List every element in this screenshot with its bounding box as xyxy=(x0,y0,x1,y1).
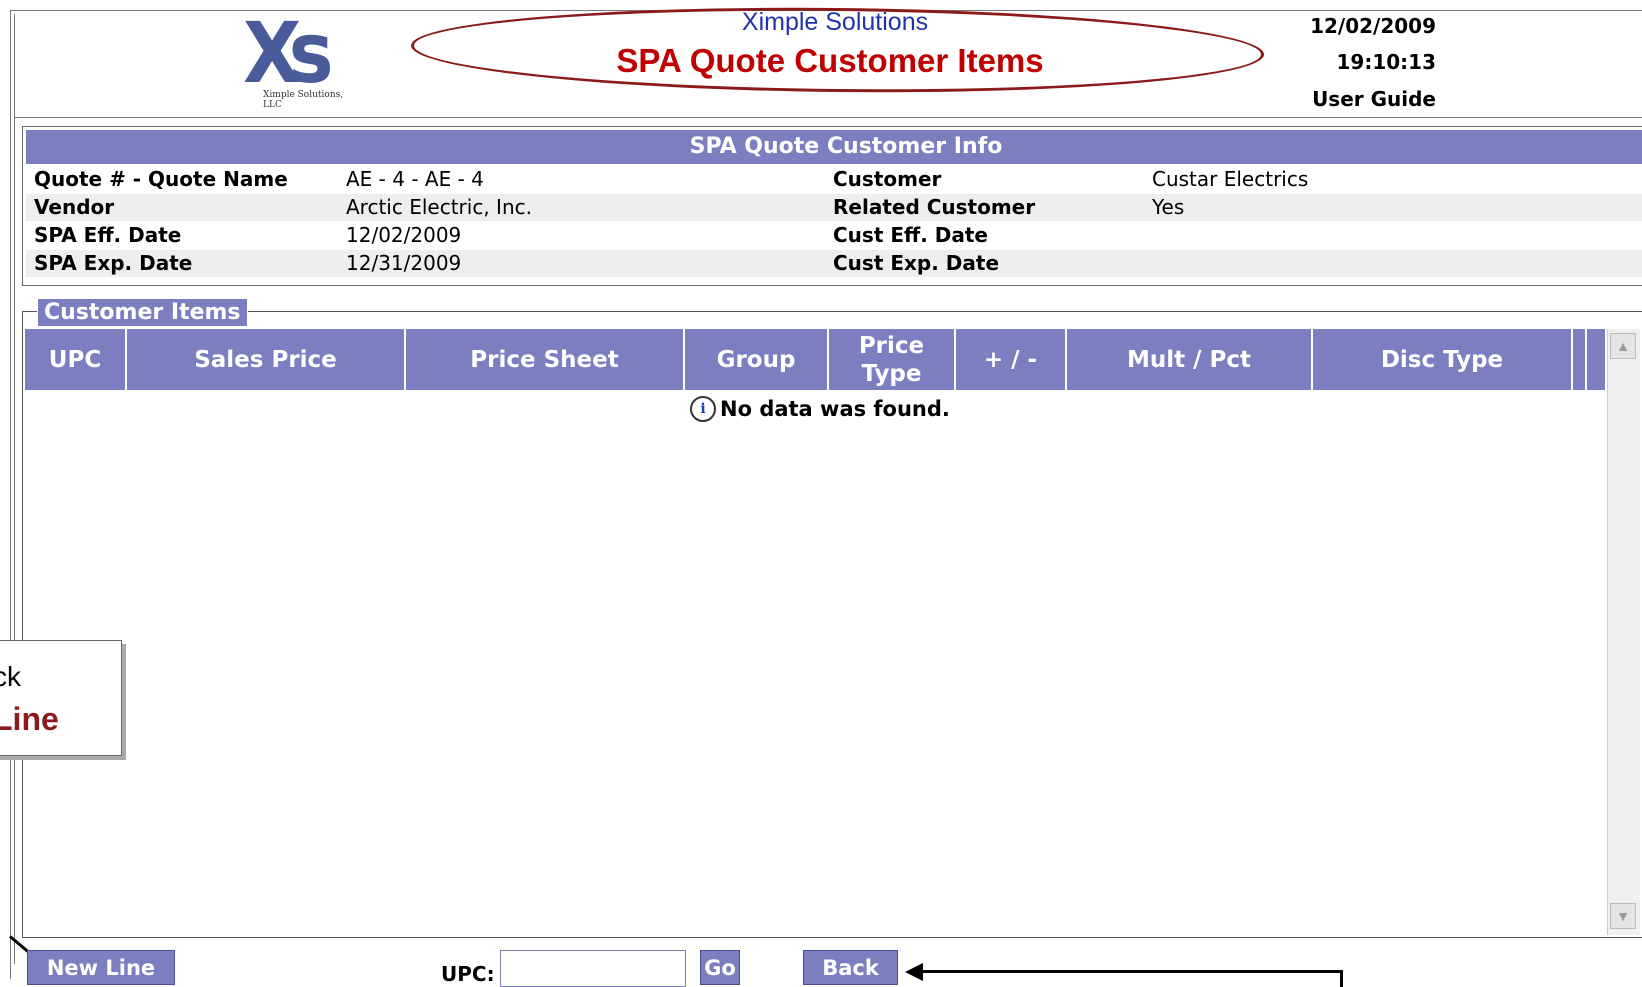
header-date: 12/02/2009 xyxy=(1310,14,1436,38)
header-time: 19:10:13 xyxy=(1336,50,1437,74)
back-button[interactable]: Back xyxy=(803,950,898,985)
related-customer-value: Yes xyxy=(1152,195,1185,219)
left-border xyxy=(14,14,15,964)
customer-info-heading: SPA Quote Customer Info xyxy=(26,130,1642,164)
go-button[interactable]: Go xyxy=(700,950,740,985)
column-header-disc-type[interactable]: Disc Type xyxy=(1313,329,1573,390)
cust-exp-date-label: Cust Exp. Date xyxy=(833,251,1000,275)
user-guide-link[interactable]: User Guide xyxy=(1312,87,1436,111)
new-line-button[interactable]: New Line xyxy=(27,950,175,985)
instruction-callout: ck Line xyxy=(0,640,122,756)
column-header-price-sheet[interactable]: Price Sheet xyxy=(406,329,685,390)
back-arrow-line xyxy=(1340,970,1343,987)
info-row: Vendor Arctic Electric, Inc. Related Cus… xyxy=(26,194,1642,221)
vendor-label: Vendor xyxy=(34,195,115,219)
company-logo: Xs Ximple Solutions, LLC xyxy=(243,4,363,110)
column-header-price-type[interactable]: Price Type xyxy=(829,329,956,390)
info-icon: i xyxy=(690,396,716,422)
spa-exp-date-label: SPA Exp. Date xyxy=(34,251,193,275)
quote-value: AE - 4 - AE - 4 xyxy=(346,167,484,191)
callout-text-line2: Line xyxy=(0,701,59,737)
items-scrollbar[interactable]: ▲ ▼ xyxy=(1607,329,1640,935)
spa-eff-date-value: 12/02/2009 xyxy=(346,223,462,247)
items-fieldset-border xyxy=(22,937,1642,938)
customer-label: Customer xyxy=(833,167,942,191)
quote-label: Quote # - Quote Name xyxy=(34,167,288,191)
cust-eff-date-label: Cust Eff. Date xyxy=(833,223,988,247)
items-fieldset-border xyxy=(22,311,1642,312)
column-header-group[interactable]: Group xyxy=(685,329,829,390)
info-row: SPA Eff. Date 12/02/2009 Cust Eff. Date xyxy=(26,222,1642,249)
empty-message: No data was found. xyxy=(720,397,950,421)
logo-mark: Xs xyxy=(243,4,334,102)
column-header-spacer xyxy=(1573,329,1587,390)
vendor-value: Arctic Electric, Inc. xyxy=(346,195,532,219)
spa-eff-date-label: SPA Eff. Date xyxy=(34,223,182,247)
company-name: Ximple Solutions xyxy=(741,8,929,36)
header-divider xyxy=(14,117,1642,118)
customer-value: Custar Electrics xyxy=(1152,167,1309,191)
customer-items-legend: Customer Items xyxy=(37,298,248,327)
column-header-sales-price[interactable]: Sales Price xyxy=(127,329,406,390)
scroll-up-icon[interactable]: ▲ xyxy=(1610,333,1636,359)
column-header-mult-pct[interactable]: Mult / Pct xyxy=(1067,329,1313,390)
related-customer-label: Related Customer xyxy=(833,195,1036,219)
logo-subtext: Ximple Solutions, LLC xyxy=(263,90,344,110)
items-grid-header: UPC Sales Price Price Sheet Group Price … xyxy=(25,329,1605,390)
items-fieldset-border xyxy=(22,311,23,937)
info-row: Quote # - Quote Name AE - 4 - AE - 4 Cus… xyxy=(26,166,1642,193)
upc-input[interactable] xyxy=(500,950,686,987)
column-header-upc[interactable]: UPC xyxy=(25,329,127,390)
column-header-plus-minus[interactable]: + / - xyxy=(956,329,1067,390)
upc-label: UPC: xyxy=(441,962,495,986)
info-row: SPA Exp. Date 12/31/2009 Cust Exp. Date xyxy=(26,250,1642,277)
back-arrow-line xyxy=(920,970,1342,973)
spa-exp-date-value: 12/31/2009 xyxy=(346,251,462,275)
empty-state: i No data was found. xyxy=(690,396,950,422)
page-title: SPA Quote Customer Items xyxy=(616,42,1044,79)
callout-text-line1: ck xyxy=(0,661,21,692)
scroll-down-icon[interactable]: ▼ xyxy=(1610,903,1636,929)
